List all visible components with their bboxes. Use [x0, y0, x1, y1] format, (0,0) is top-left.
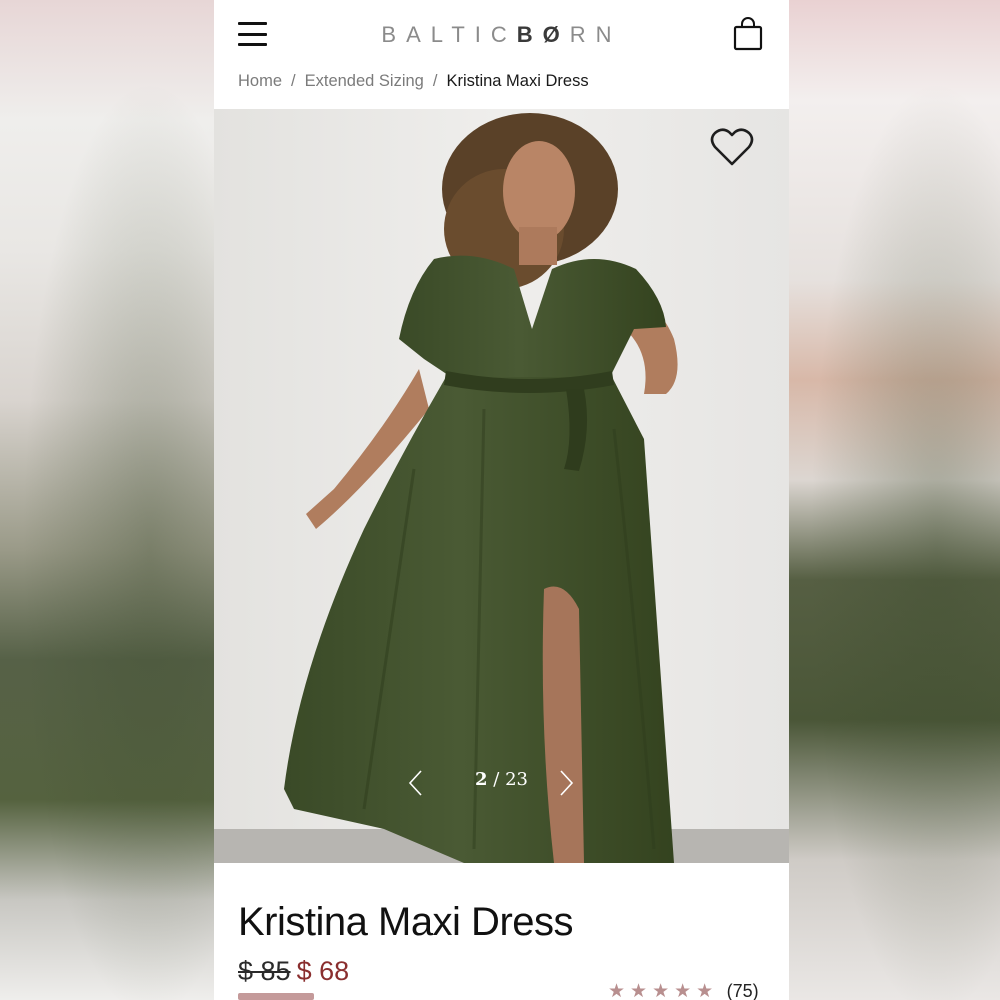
chevron-right-icon[interactable]	[559, 769, 575, 797]
backdrop-right	[788, 0, 1000, 1000]
heart-icon[interactable]	[710, 127, 754, 167]
logo-text-left: BALTIC	[381, 22, 517, 47]
sale-price: $ 68	[296, 956, 350, 986]
brand-logo[interactable]: BALTICBØRN	[214, 22, 789, 48]
logo-text-mid: BØ	[516, 22, 570, 47]
image-counter: 2 / 23	[214, 769, 789, 790]
breadcrumb-current: Kristina Maxi Dress	[446, 72, 589, 90]
image-counter-separator: /	[493, 769, 500, 790]
mobile-page: BALTICBØRN Home / Extended Sizing / Kristina…	[214, 0, 789, 1000]
backdrop-left	[0, 0, 214, 1000]
breadcrumb-extended-sizing[interactable]: Extended Sizing	[305, 72, 424, 90]
breadcrumb-separator: /	[432, 72, 438, 90]
product-photo	[214, 109, 789, 863]
sale-badge-bar	[238, 993, 314, 1000]
product-price: $ 85 $ 68	[238, 956, 349, 987]
image-counter-current: 2	[475, 769, 488, 790]
original-price: $ 85	[238, 956, 291, 986]
breadcrumb-home[interactable]: Home	[238, 72, 282, 90]
site-header: BALTICBØRN	[214, 0, 789, 70]
logo-text-right: RN	[569, 22, 622, 47]
breadcrumb: Home / Extended Sizing / Kristina Maxi Dress	[238, 70, 589, 92]
breadcrumb-separator: /	[291, 72, 296, 90]
image-counter-total: 23	[505, 769, 528, 790]
star-rating-icon: ★★★★★	[608, 981, 719, 1000]
product-image-gallery[interactable]: 2 / 23	[214, 109, 789, 863]
review-count: (75)	[726, 981, 759, 1000]
product-title: Kristina Maxi Dress	[238, 900, 574, 944]
shopping-bag-icon[interactable]	[733, 17, 763, 51]
product-rating[interactable]: ★★★★★ (75)	[608, 980, 759, 1000]
